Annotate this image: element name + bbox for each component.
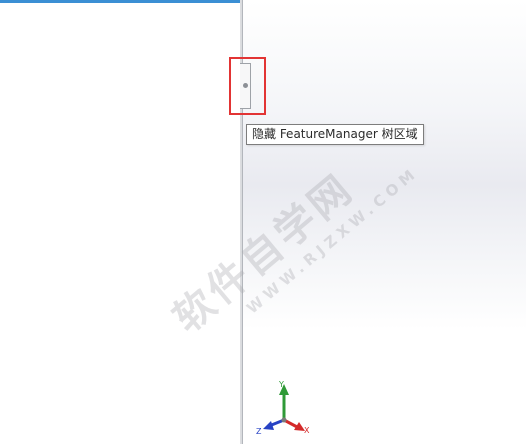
feature-manager-tree-panel <box>0 0 240 444</box>
tooltip-text: 隐藏 FeatureManager 树区域 <box>252 127 418 141</box>
solidworks-window: 隐藏 FeatureManager 树区域 软件自学网 WWW.RJZXW.CO… <box>0 0 526 444</box>
reference-triad: Y X Z <box>256 380 310 436</box>
dot-grip-icon <box>243 83 248 88</box>
triad-z-label: Z <box>256 427 262 436</box>
triad-z-arrowhead <box>263 421 274 430</box>
hide-feature-manager-handle[interactable] <box>240 63 251 109</box>
tooltip: 隐藏 FeatureManager 树区域 <box>246 124 424 145</box>
triad-y-label: Y <box>278 380 284 389</box>
triad-origin <box>281 417 287 423</box>
feature-manager-top-accent <box>0 0 240 3</box>
triad-x-label: X <box>304 426 310 435</box>
